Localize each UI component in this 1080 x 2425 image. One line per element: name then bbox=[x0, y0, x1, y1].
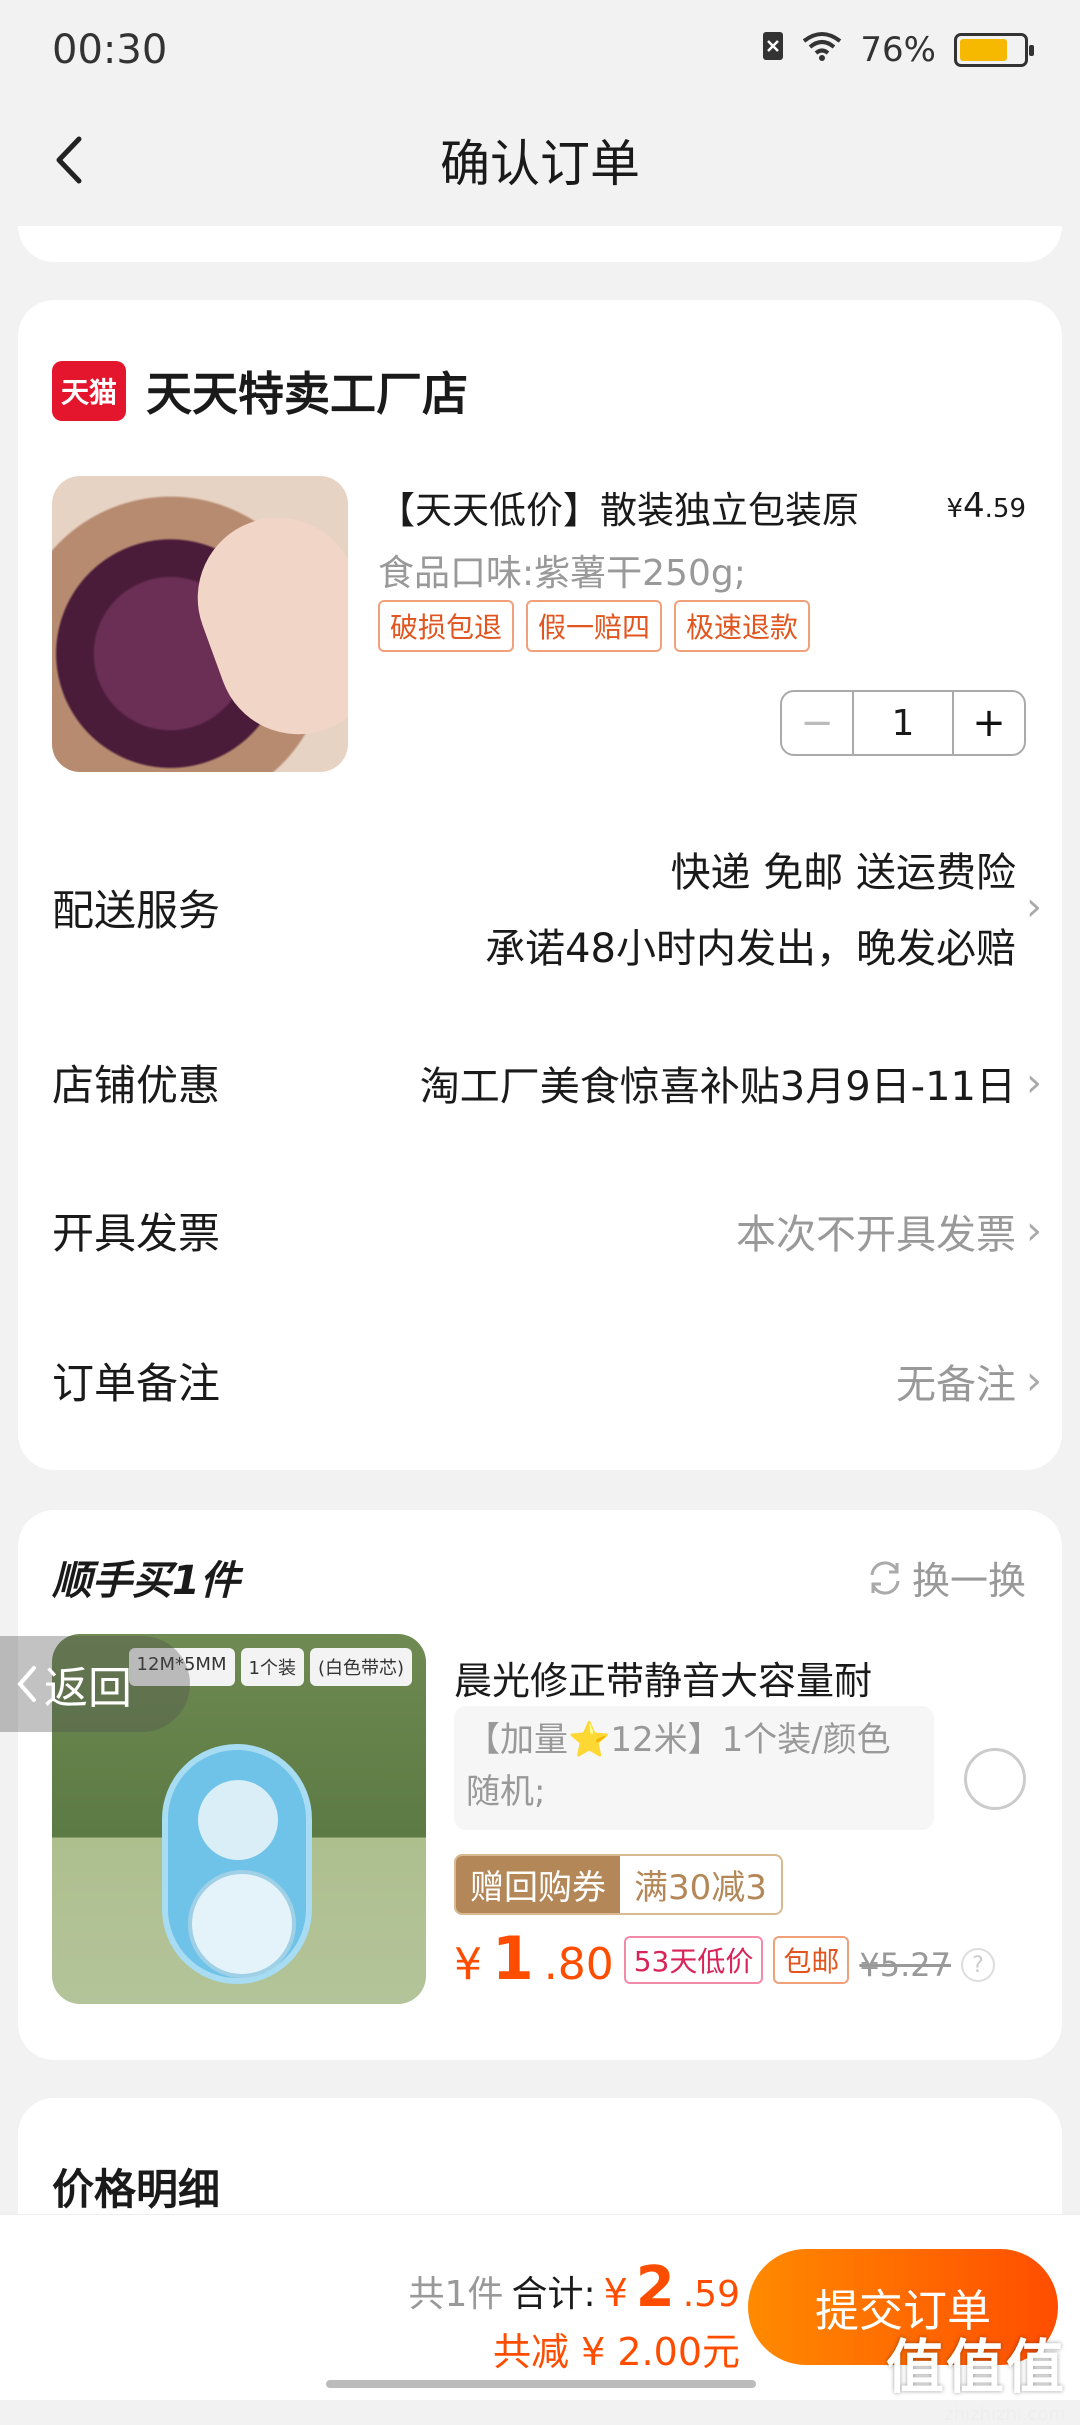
battery-percent: 76% bbox=[860, 30, 936, 70]
increase-button[interactable]: + bbox=[952, 692, 1024, 754]
status-icons: 76% bbox=[762, 30, 1034, 70]
chevron-right-icon: › bbox=[1026, 1207, 1042, 1254]
chevron-left-icon bbox=[17, 1666, 36, 1702]
free-shipping-tag: 包邮 bbox=[773, 1936, 850, 1984]
invoice-row[interactable]: 开具发票 本次不开具发票 › bbox=[52, 1200, 1042, 1261]
order-note-label: 订单备注 bbox=[52, 1359, 221, 1408]
total-discount: 共减 ¥ 2.00元 bbox=[493, 2330, 740, 2374]
tmall-logo: 天猫 bbox=[52, 361, 126, 421]
swap-button[interactable]: 换一换 bbox=[866, 1550, 1026, 1605]
store-discount-row[interactable]: 店铺优惠 淘工厂美食惊喜补贴3月9日-11日 › bbox=[52, 1052, 1042, 1113]
total-amount: 2 bbox=[635, 2255, 675, 2320]
low-price-tag: 53天低价 bbox=[623, 1936, 764, 1984]
home-indicator[interactable] bbox=[326, 2380, 756, 2388]
product-title[interactable]: 【天天低价】散装独立包装原 bbox=[378, 480, 918, 534]
addon-card: 顺手买1件 换一换 12M*5MM 1个装 (白色带芯) 晨光修正带静音大容量耐… bbox=[18, 1510, 1062, 2060]
order-note-row[interactable]: 订单备注 无备注 › bbox=[52, 1350, 1042, 1411]
total-line: 共1件 合计: ¥ 2 .59 bbox=[408, 2255, 740, 2320]
product-spec: 食品口味:紫薯干250g; bbox=[378, 553, 746, 594]
addon-name[interactable]: 晨光修正带静音大容量耐 bbox=[454, 1650, 872, 1705]
chevron-right-icon: › bbox=[1026, 884, 1042, 930]
watermark: 值值值 zhizhizhi.com bbox=[885, 2333, 1066, 2425]
address-card-edge bbox=[18, 226, 1062, 262]
battery-icon bbox=[954, 33, 1034, 67]
store-discount-value: 淘工厂美食惊喜补贴3月9日-11日 bbox=[419, 1063, 1016, 1110]
product-price: ¥4.59 bbox=[946, 486, 1026, 526]
addon-price-line: ¥ 1 .80 53天低价 包邮 ¥5.27 ? bbox=[454, 1928, 995, 1990]
addon-select-radio[interactable] bbox=[964, 1748, 1026, 1810]
order-note-value: 无备注 bbox=[896, 1361, 1016, 1408]
page-title: 确认订单 bbox=[440, 135, 640, 193]
help-icon[interactable]: ? bbox=[961, 1948, 995, 1982]
back-icon[interactable] bbox=[38, 128, 98, 192]
shipping-label: 配送服务 bbox=[52, 885, 221, 935]
chevron-right-icon: › bbox=[1026, 1357, 1042, 1404]
return-label: 返回 bbox=[44, 1663, 132, 1714]
swap-label: 换一换 bbox=[911, 1559, 1026, 1603]
wifi-icon bbox=[802, 30, 842, 70]
store-header[interactable]: 天猫 天天特卖工厂店 bbox=[52, 358, 468, 424]
item-count: 共1件 bbox=[408, 2274, 504, 2315]
tag-damage-refund: 破损包退 bbox=[378, 600, 515, 652]
chevron-right-icon: › bbox=[1026, 1059, 1042, 1106]
repurchase-coupon-badge: 赠回购券 满30减3 bbox=[454, 1854, 783, 1915]
status-bar: 00:30 76% bbox=[0, 0, 1080, 100]
shipping-promise: 承诺48小时内发出，晚发必赔 bbox=[485, 926, 1016, 972]
store-discount-label: 店铺优惠 bbox=[52, 1061, 221, 1110]
return-button[interactable]: 返回 bbox=[0, 1636, 190, 1732]
tag-fast-refund: 极速退款 bbox=[674, 600, 811, 652]
shipping-row[interactable]: 配送服务 快递 免邮 送运费险 承诺48小时内发出，晚发必赔 › bbox=[52, 840, 1042, 974]
shipping-method: 快递 免邮 送运费险 bbox=[670, 850, 1016, 896]
invoice-value: 本次不开具发票 bbox=[736, 1211, 1016, 1258]
quantity-stepper: − 1 + bbox=[780, 690, 1026, 756]
original-price: ¥5.27 bbox=[859, 1946, 951, 1984]
product-image[interactable] bbox=[52, 476, 348, 772]
nav-bar: 确认订单 bbox=[0, 100, 1080, 220]
store-order-card: 天猫 天天特卖工厂店 【天天低价】散装独立包装原 ¥4.59 食品口味:紫薯干2… bbox=[18, 300, 1062, 1470]
addon-title: 顺手买1件 bbox=[52, 1558, 240, 1604]
addon-spec[interactable]: 【加量⭐12米】1个装/颜色随机; bbox=[454, 1706, 934, 1830]
decrease-button[interactable]: − bbox=[782, 692, 854, 754]
store-name: 天天特卖工厂店 bbox=[146, 367, 468, 421]
quantity-value[interactable]: 1 bbox=[854, 692, 952, 754]
invoice-label: 开具发票 bbox=[52, 1209, 221, 1258]
total-label: 合计: bbox=[511, 2274, 596, 2315]
sim-icon bbox=[762, 30, 784, 70]
refresh-icon bbox=[870, 1560, 900, 1595]
clock: 00:30 bbox=[52, 27, 168, 73]
tag-fake-compensation: 假一赔四 bbox=[526, 600, 663, 652]
service-tags: 破损包退 假一赔四 极速退款 bbox=[378, 600, 811, 652]
price-detail-title: 价格明细 bbox=[52, 2165, 221, 2214]
correction-tape-graphic bbox=[162, 1744, 312, 1984]
